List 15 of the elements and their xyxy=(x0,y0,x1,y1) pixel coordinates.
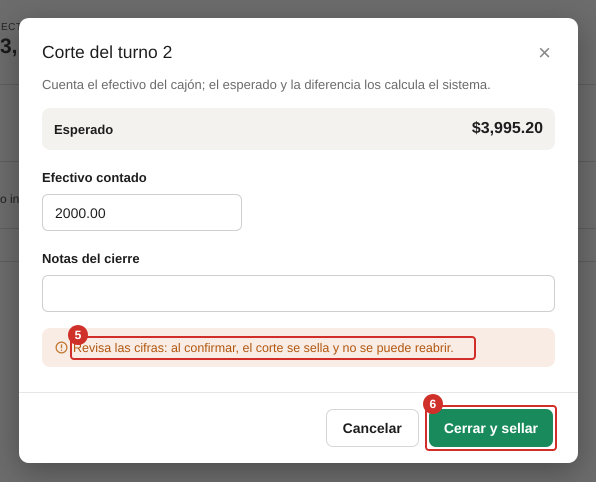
field-label: Notas del cierre xyxy=(42,251,141,266)
field-label: Efectivo contado xyxy=(42,170,148,185)
step-badge: 6 xyxy=(422,394,443,414)
expected-amount: $3,995.20 xyxy=(472,120,543,138)
confirm-button[interactable]: Cerrar y sellar xyxy=(428,409,553,447)
cancel-button[interactable]: Cancelar xyxy=(326,409,419,447)
row-text: o in xyxy=(0,192,20,206)
expected-label: Esperado xyxy=(54,122,114,136)
stat-value: 3, xyxy=(0,35,18,59)
step-badge: 5 xyxy=(68,324,88,344)
input-field[interactable] xyxy=(42,275,555,312)
dialog-title: Corte del turno 2 xyxy=(42,42,172,63)
warning-icon xyxy=(55,341,68,354)
dialog-description: Cuenta el efectivo del cajón; el esperado y la diferencia los calcula el sistema. xyxy=(42,77,492,92)
input-field[interactable]: 2000.00 xyxy=(42,194,242,231)
